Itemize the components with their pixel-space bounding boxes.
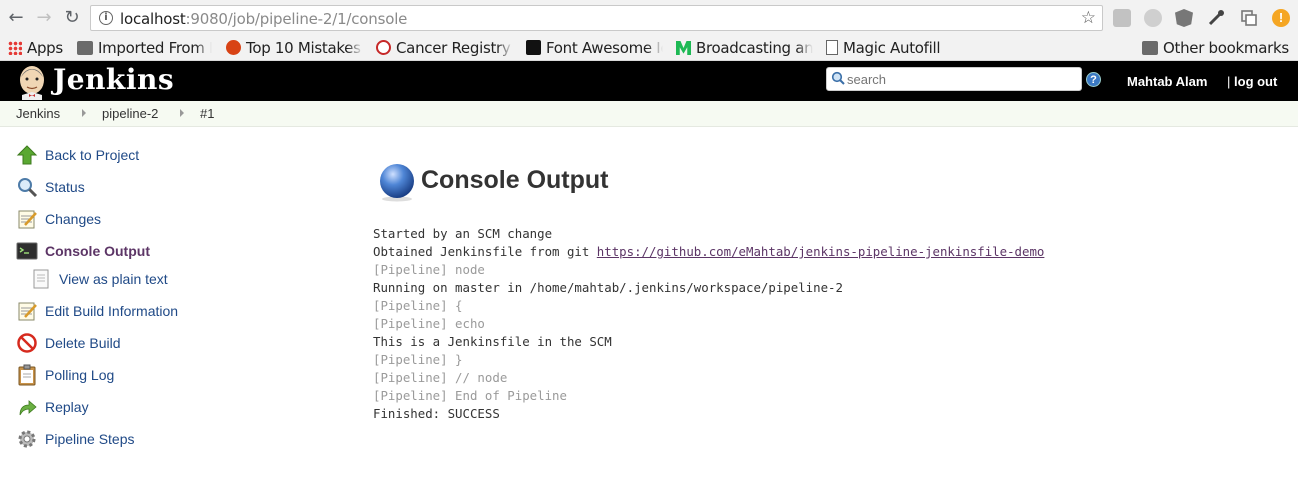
console-line: Finished: SUCCESS bbox=[373, 406, 500, 421]
console-line: [Pipeline] End of Pipeline bbox=[373, 388, 567, 403]
tabs-extension-icon[interactable] bbox=[1240, 9, 1258, 27]
console-line: [Pipeline] node bbox=[373, 262, 485, 277]
page-title: Console Output bbox=[421, 166, 609, 194]
logout-separator: | bbox=[1227, 74, 1231, 89]
search-box[interactable] bbox=[826, 67, 1082, 91]
task-label: Changes bbox=[45, 211, 102, 227]
breadcrumb-build[interactable]: #1 bbox=[200, 106, 214, 121]
rss-extension-icon[interactable] bbox=[1113, 9, 1131, 27]
console-line: [Pipeline] echo bbox=[373, 316, 485, 331]
jenkins-butler-logo[interactable] bbox=[14, 64, 50, 100]
forward-arrow-icon[interactable]: → bbox=[34, 8, 54, 28]
task-label: Pipeline Steps bbox=[45, 431, 135, 447]
console-line: [Pipeline] { bbox=[373, 298, 463, 313]
folder-icon bbox=[1142, 41, 1158, 55]
gear-extension-icon[interactable] bbox=[1144, 9, 1162, 27]
task-label: Edit Build Information bbox=[45, 303, 179, 319]
browser-toolbar: ← → ↻ i localhost:9080/job/pipeline-2/1/… bbox=[0, 0, 1298, 36]
logout-link[interactable]: | log out bbox=[1227, 74, 1277, 89]
console-line: This is a Jenkinsfile in the SCM bbox=[373, 334, 612, 349]
bookmark-broadcasting[interactable]: Broadcasting an bbox=[676, 38, 813, 58]
folder-icon bbox=[77, 41, 93, 55]
breadcrumb-jenkins[interactable]: Jenkins bbox=[16, 106, 60, 121]
page-icon bbox=[826, 40, 838, 55]
bookmark-star-icon[interactable]: ☆ bbox=[1081, 8, 1096, 28]
task-label: View as plain text bbox=[59, 271, 168, 287]
up-arrow-icon bbox=[16, 145, 38, 165]
document-icon bbox=[33, 269, 49, 289]
jenkins-title[interactable]: Jenkins bbox=[53, 63, 174, 96]
console-output: Started by an SCM change Obtained Jenkin… bbox=[373, 225, 1044, 423]
favicon-icon bbox=[226, 40, 241, 55]
breadcrumb: Jenkins pipeline-2 #1 bbox=[0, 101, 1298, 127]
notepad-icon bbox=[18, 210, 37, 229]
help-icon[interactable]: ? bbox=[1086, 72, 1101, 87]
task-label: Polling Log bbox=[45, 367, 115, 383]
angular-extension-icon[interactable] bbox=[1175, 9, 1193, 27]
apps-grid-icon bbox=[8, 41, 22, 55]
bookmark-cancer-registry[interactable]: Cancer Registry F bbox=[376, 38, 513, 58]
notepad-icon bbox=[18, 302, 37, 321]
other-bookmarks[interactable]: Other bookmarks bbox=[1142, 38, 1292, 58]
flag-icon bbox=[526, 40, 541, 55]
site-info-icon[interactable]: i bbox=[99, 11, 113, 25]
redo-arrow-icon bbox=[19, 400, 37, 416]
task-label: Console Output bbox=[45, 243, 150, 259]
task-label: Status bbox=[45, 179, 85, 195]
alert-extension-icon[interactable]: ! bbox=[1272, 9, 1290, 27]
breadcrumb-separator-icon[interactable] bbox=[180, 109, 184, 117]
eyedropper-extension-icon[interactable] bbox=[1207, 9, 1225, 27]
console-line: [Pipeline] } bbox=[373, 352, 463, 367]
task-label: Replay bbox=[45, 399, 89, 415]
bookmark-imported[interactable]: Imported From F bbox=[77, 38, 212, 58]
url-text[interactable]: localhost:9080/job/pipeline-2/1/console bbox=[120, 10, 407, 28]
console-line: Started by an SCM change bbox=[373, 226, 553, 241]
task-label: Delete Build bbox=[45, 335, 121, 351]
gear-icon bbox=[18, 430, 36, 448]
bookmark-font-awesome[interactable]: Font Awesome Ic bbox=[526, 38, 663, 58]
status-ball-icon bbox=[380, 164, 414, 202]
address-bar[interactable]: i localhost:9080/job/pipeline-2/1/consol… bbox=[90, 5, 1103, 31]
breadcrumb-pipeline[interactable]: pipeline-2 bbox=[102, 106, 158, 121]
back-arrow-icon[interactable]: ← bbox=[6, 8, 26, 28]
no-entry-icon bbox=[17, 333, 37, 353]
search-input[interactable] bbox=[847, 70, 1077, 88]
task-label: Back to Project bbox=[45, 147, 140, 163]
url-host: localhost bbox=[120, 10, 186, 28]
console-line: Obtained Jenkinsfile from git https://gi… bbox=[373, 243, 1044, 261]
url-path: :9080/job/pipeline-2/1/console bbox=[185, 10, 408, 28]
console-line: [Pipeline] // node bbox=[373, 370, 508, 385]
clipboard-icon bbox=[18, 364, 36, 386]
bookmarks-bar: Apps Imported From F Top 10 Mistakes i C… bbox=[0, 36, 1298, 61]
breadcrumb-separator-icon[interactable] bbox=[82, 109, 86, 117]
jenkins-header: Jenkins ? Mahtab Alam | log out bbox=[0, 61, 1298, 101]
reload-icon[interactable]: ↻ bbox=[62, 8, 82, 28]
bookmark-apps[interactable]: Apps bbox=[8, 38, 68, 58]
console-text: Obtained Jenkinsfile from git bbox=[373, 244, 597, 259]
magnifier-icon bbox=[18, 178, 38, 198]
user-link[interactable]: Mahtab Alam bbox=[1127, 74, 1207, 89]
logout-label: log out bbox=[1234, 74, 1278, 89]
git-repo-link[interactable]: https://github.com/eMahtab/jenkins-pipel… bbox=[597, 244, 1045, 259]
console-line: Running on master in /home/mahtab/.jenki… bbox=[373, 280, 843, 295]
search-icon bbox=[831, 71, 845, 85]
bookmark-top10[interactable]: Top 10 Mistakes i bbox=[226, 38, 363, 58]
terminal-icon bbox=[16, 242, 38, 260]
favicon-icon bbox=[376, 40, 391, 55]
medium-icon bbox=[676, 41, 691, 55]
bookmark-magic-autofill[interactable]: Magic Autofill bbox=[826, 38, 956, 58]
